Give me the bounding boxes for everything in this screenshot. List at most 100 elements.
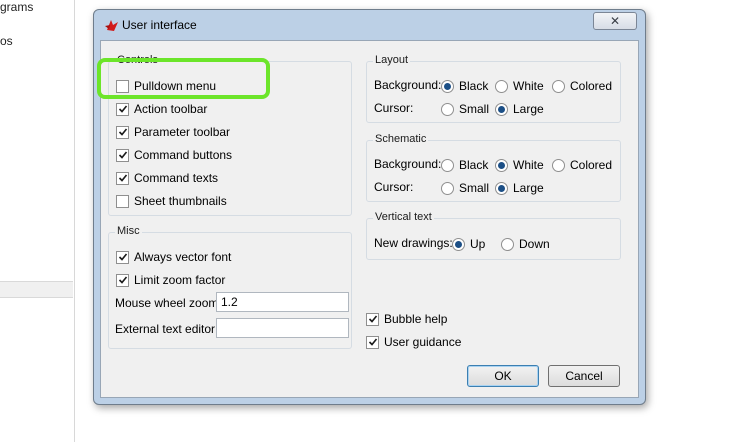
checkmark-icon [118,174,127,182]
checkbox-label: Command buttons [134,148,233,162]
sheet-thumbnails-checkbox[interactable]: Sheet thumbnails [116,193,227,209]
radio-label: White [513,158,544,172]
mouse-wheel-zoom-label: Mouse wheel zoom [115,296,219,310]
checkbox-label: User guidance [384,335,462,349]
checkbox-label: Parameter toolbar [134,125,231,139]
controls-group-title: Controls [115,54,160,66]
new-drawings-label: New drawings: [374,236,453,250]
radio-dot [498,161,505,169]
always-vector-font-checkbox[interactable]: Always vector font [116,249,231,265]
checkbox-box[interactable] [116,250,129,264]
schematic-group-title: Schematic [373,133,429,145]
radio-label: Small [459,181,490,195]
misc-group-title: Misc [115,225,142,237]
checkbox-box[interactable] [116,102,129,116]
checkbox-box[interactable] [366,312,379,326]
layout-cursor-large-radio[interactable]: Large [495,101,544,117]
checkbox-label: Pulldown menu [134,79,217,93]
schematic-background-black-radio[interactable]: Black [441,157,488,173]
checkmark-icon [118,128,127,136]
mouse-wheel-zoom-input[interactable] [216,292,349,312]
vertical-text-down-radio[interactable]: Down [501,236,550,252]
dialog-titlebar[interactable]: User interface ✕ [94,10,645,40]
user-guidance-checkbox[interactable]: User guidance [366,334,461,350]
radio-label: Black [459,79,489,93]
radio-circle[interactable] [452,237,465,251]
user-interface-dialog: User interface ✕ Controls Pulldown menu … [93,9,646,405]
radio-circle[interactable] [495,79,508,93]
vertical-text-group-title: Vertical text [373,211,434,223]
command-buttons-checkbox[interactable]: Command buttons [116,147,232,163]
radio-dot [455,240,462,248]
radio-label: Down [519,237,550,251]
radio-label: Colored [570,79,613,93]
schematic-cursor-small-radio[interactable]: Small [441,180,489,196]
schematic-cursor-large-radio[interactable]: Large [495,180,544,196]
checkbox-box[interactable] [116,273,129,287]
checkmark-icon [118,253,127,261]
pulldown-menu-checkbox[interactable]: Pulldown menu [116,78,216,94]
limit-zoom-factor-checkbox[interactable]: Limit zoom factor [116,272,225,288]
layout-cursor-small-radio[interactable]: Small [441,101,489,117]
radio-label: Large [513,102,544,116]
background-list-row[interactable] [0,281,73,298]
schematic-background-white-radio[interactable]: White [495,157,544,173]
radio-circle[interactable] [552,79,565,93]
dialog-title: User interface [122,18,197,32]
checkbox-box[interactable] [116,125,129,139]
radio-label: Large [513,181,544,195]
radio-label: White [513,79,544,93]
checkbox-box[interactable] [366,335,379,349]
radio-circle[interactable] [552,158,565,172]
external-text-editor-label: External text editor [115,322,216,336]
action-toolbar-checkbox[interactable]: Action toolbar [116,101,207,117]
close-icon: ✕ [609,14,621,28]
checkbox-label: Always vector font [134,250,232,264]
radio-circle[interactable] [495,158,508,172]
checkbox-box[interactable] [116,148,129,162]
checkmark-icon [368,315,377,323]
radio-label: Small [459,102,490,116]
radio-circle[interactable] [495,102,508,116]
cancel-button[interactable]: Cancel [548,365,620,387]
schematic-background-label: Background: [374,157,442,171]
radio-circle[interactable] [501,237,514,251]
checkmark-icon [368,338,377,346]
bubble-help-checkbox[interactable]: Bubble help [366,311,447,327]
external-text-editor-input[interactable] [216,318,349,338]
radio-dot [444,82,451,90]
radio-dot [498,184,505,192]
checkbox-box[interactable] [116,194,129,208]
checkmark-icon [118,151,127,159]
radio-label: Up [470,237,486,251]
vertical-text-up-radio[interactable]: Up [452,236,485,252]
layout-background-label: Background: [374,78,442,92]
layout-cursor-label: Cursor: [374,101,414,115]
parameter-toolbar-checkbox[interactable]: Parameter toolbar [116,124,230,140]
layout-background-colored-radio[interactable]: Colored [552,78,612,94]
schematic-background-colored-radio[interactable]: Colored [552,157,612,173]
radio-label: Black [459,158,489,172]
checkbox-label: Sheet thumbnails [134,194,227,208]
checkbox-label: Limit zoom factor [134,273,226,287]
radio-circle[interactable] [441,102,454,116]
checkmark-icon [118,276,127,284]
radio-circle[interactable] [441,181,454,195]
command-texts-checkbox[interactable]: Command texts [116,170,218,186]
checkbox-box[interactable] [116,171,129,185]
background-app-panel: grams os [0,0,75,442]
checkbox-label: Command texts [134,171,219,185]
layout-background-white-radio[interactable]: White [495,78,544,94]
checkbox-box[interactable] [116,79,129,93]
checkbox-label: Bubble help [384,312,448,326]
background-text-fragment: os [0,34,13,48]
background-text-fragment: grams [0,0,34,14]
radio-circle[interactable] [441,158,454,172]
ok-button[interactable]: OK [467,365,539,387]
checkmark-icon [118,105,127,113]
radio-circle[interactable] [495,181,508,195]
schematic-cursor-label: Cursor: [374,180,414,194]
close-button[interactable]: ✕ [593,12,637,30]
radio-circle[interactable] [441,79,454,93]
layout-background-black-radio[interactable]: Black [441,78,488,94]
